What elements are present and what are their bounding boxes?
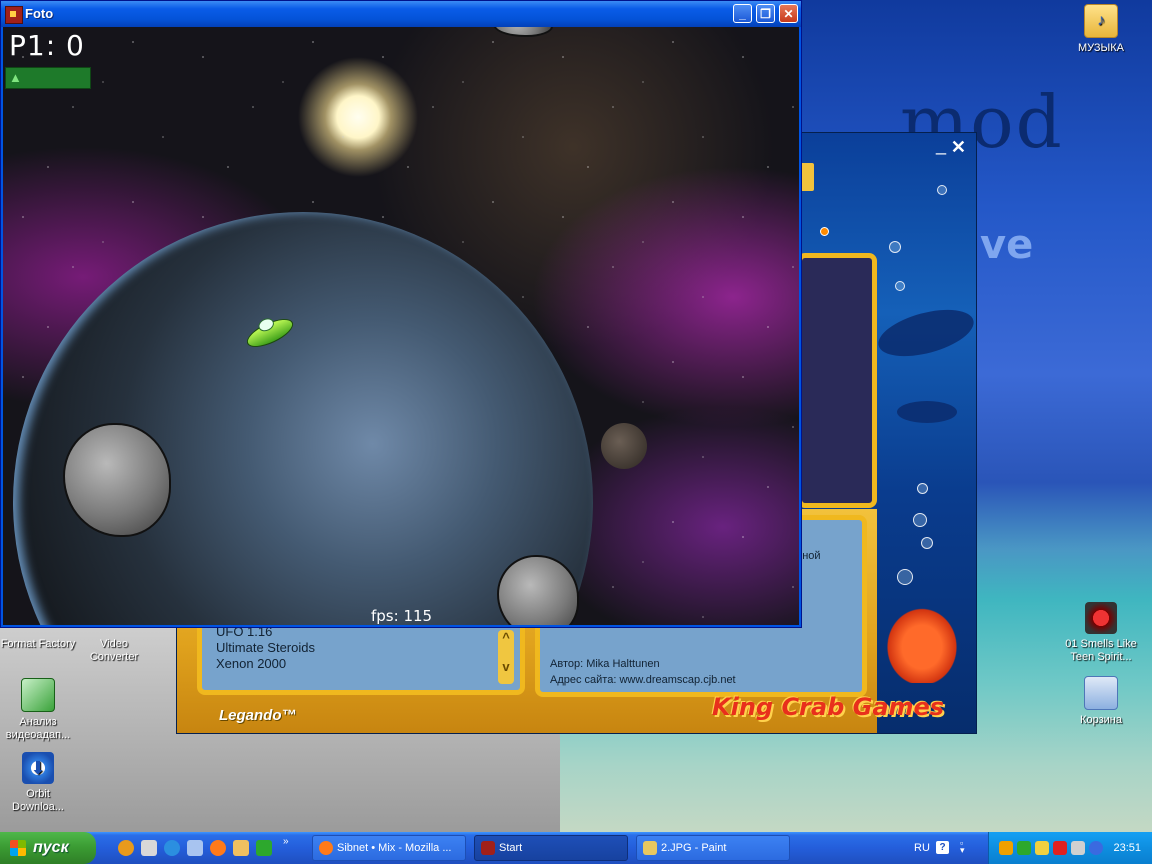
bubble-decoration [917, 483, 928, 494]
bubble-decoration [913, 513, 927, 527]
desktop-icon-format-factory[interactable]: Format Factory [0, 638, 76, 651]
desktop-icon-label: 01 Smells Like Teen Spirit... [1065, 638, 1137, 663]
player-score: P1: 0 [9, 29, 85, 62]
clock[interactable]: 23:51 [1113, 842, 1141, 854]
bubble-decoration [937, 185, 947, 195]
scroll-down-button[interactable]: v [498, 659, 514, 674]
bubble-decoration [897, 569, 913, 585]
kingcrab-close-button[interactable]: ✕ [951, 137, 966, 158]
bubble-decoration [889, 241, 901, 253]
task-label: Sibnet • Mix - Mozilla ... [337, 842, 452, 854]
crab-mascot-icon [882, 603, 962, 683]
tray-app-icon[interactable] [1053, 841, 1067, 855]
quicklaunch-app-icon[interactable] [141, 840, 157, 856]
audio-file-icon [1085, 602, 1117, 634]
quicklaunch-app-icon[interactable] [118, 840, 134, 856]
desktop-icon-video-analysis[interactable]: Анализ видеоадап... [0, 678, 76, 742]
taskbar-button-start[interactable]: Start [474, 835, 628, 861]
king-crab-games-logo: King Crab Games [712, 693, 945, 721]
close-button[interactable]: ✕ [779, 4, 798, 23]
music-folder-icon: ♪ [1084, 4, 1118, 38]
manta-ray-decoration [873, 300, 979, 366]
taskbar: пуск » Sibnet • Mix - Mozilla ... Start … [0, 832, 1152, 864]
taskbar-button-firefox[interactable]: Sibnet • Mix - Mozilla ... [312, 835, 466, 861]
app-icon [5, 6, 23, 24]
task-label: Start [499, 842, 523, 854]
moon-sprite [601, 423, 647, 469]
taskbar-button-paint[interactable]: 2.JPG - Paint [636, 835, 790, 861]
desktop-icon-label: Format Factory [0, 638, 76, 650]
download-arrow-icon: ⬇ [22, 752, 54, 784]
firefox-icon[interactable] [210, 840, 226, 856]
bubble-decoration [895, 281, 905, 291]
desktop-icon-label: Video Converter [89, 638, 139, 663]
list-item[interactable]: Xenon 2000 [216, 656, 286, 671]
energy-bar: ▲ [5, 67, 91, 89]
kingcrab-preview-panel [797, 253, 877, 508]
wallpaper-text: ve [980, 222, 1034, 268]
desktop-icon-label: МУЗЫКА [1077, 42, 1125, 54]
desktop-icon-label: Анализ видеоадап... [5, 716, 71, 741]
network-icon[interactable] [1089, 841, 1103, 855]
legando-logo: Legando™ [219, 707, 297, 724]
fps-counter: fps: 115 [371, 607, 433, 625]
utorrent-tray-icon[interactable] [1017, 841, 1031, 855]
desktop-icon-recycle-bin[interactable]: Корзина [1063, 676, 1139, 727]
help-icon[interactable]: ? [936, 841, 949, 854]
list-scrollbar[interactable]: ^ v [498, 630, 514, 684]
minimize-button[interactable]: _ [733, 4, 752, 23]
show-desktop-icon[interactable] [187, 840, 203, 856]
task-label: 2.JPG - Paint [661, 842, 727, 854]
window-title: Foto [25, 6, 54, 21]
game-list: UFO 1.16 Ultimate Steroids Xenon 2000 ^ … [197, 619, 525, 695]
utorrent-icon[interactable] [256, 840, 272, 856]
bubble-decoration [921, 537, 933, 549]
window-titlebar[interactable]: Foto _ ❐ ✕ [1, 1, 801, 27]
foto-game-window: Foto _ ❐ ✕ P1: 0 ▲ fps: 115 [0, 0, 802, 628]
game-canvas[interactable]: P1: 0 ▲ fps: 115 [3, 27, 799, 625]
desktop-icon-mp3[interactable]: 01 Smells Like Teen Spirit... [1063, 602, 1139, 664]
start-button[interactable]: пуск [0, 832, 96, 864]
game-app-icon [481, 841, 495, 855]
kingcrab-indicator [820, 227, 829, 236]
ship-marker-icon: ▲ [9, 70, 22, 85]
media-player-icon[interactable] [999, 841, 1013, 855]
chart-icon [21, 678, 55, 712]
desktop-icon-label: Корзина [1080, 714, 1122, 726]
windows-flag-icon [10, 840, 26, 856]
author-line: Автор: Mika Halttunen [550, 658, 660, 670]
internet-explorer-icon[interactable] [164, 840, 180, 856]
kingcrab-minimize-button[interactable]: _ [936, 135, 946, 156]
language-options-icon[interactable]: ▫ ▾ [960, 839, 965, 855]
firefox-icon [319, 841, 333, 855]
start-label: пуск [33, 839, 69, 856]
list-item[interactable]: Ultimate Steroids [216, 640, 315, 655]
maximize-button[interactable]: ❐ [756, 4, 775, 23]
language-indicator[interactable]: RU [914, 842, 930, 854]
website-line[interactable]: Адрес сайта: www.dreamscap.cjb.net [550, 674, 736, 686]
manta-ray-decoration [897, 401, 957, 423]
quicklaunch-app-icon[interactable] [233, 840, 249, 856]
quicklaunch-expand-icon[interactable]: » [283, 836, 289, 847]
desktop-icon-video-converter[interactable]: Video Converter [76, 638, 152, 664]
desktop-icon-muzyka[interactable]: ♪ МУЗЫКА [1063, 4, 1139, 55]
volume-icon[interactable] [1071, 841, 1085, 855]
recycle-bin-icon [1084, 676, 1118, 710]
scroll-up-button[interactable]: ^ [498, 630, 514, 645]
paint-icon [643, 841, 657, 855]
system-tray: 23:51 [988, 832, 1152, 864]
desktop-icon-orbit-downloader[interactable]: ⬇ Orbit Downloa... [0, 752, 76, 814]
security-shield-icon[interactable] [1035, 841, 1049, 855]
desktop-icon-label: Orbit Downloa... [12, 788, 64, 813]
